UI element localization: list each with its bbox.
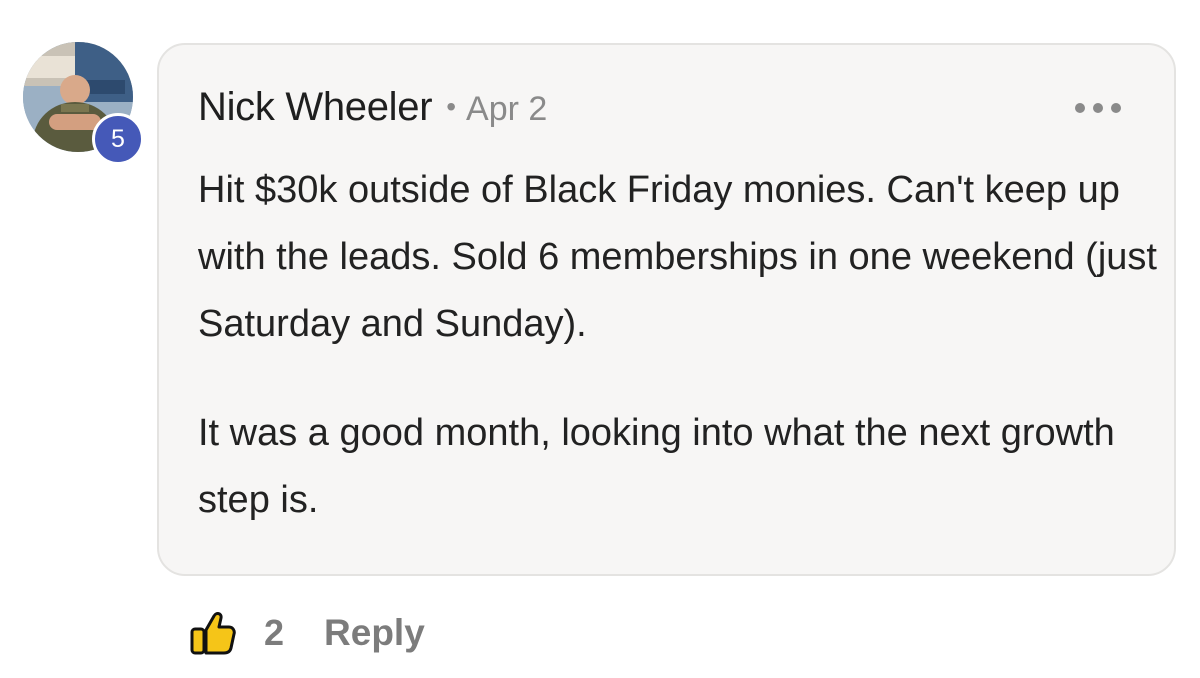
level-badge: 5 [92,113,144,165]
like-button[interactable] [188,608,238,658]
more-options-button[interactable] [1075,97,1121,119]
reply-button[interactable]: Reply [324,612,425,654]
more-horizontal-icon [1075,103,1085,113]
like-count: 2 [264,612,285,653]
author-name[interactable]: Nick Wheeler [198,85,433,130]
comment-paragraph: Hit $30k outside of Black Friday monies.… [198,169,1157,345]
comment: 5 Nick Wheeler • Apr 2 Hit $30k outside … [0,0,1200,678]
meta-separator: • [446,91,457,122]
more-horizontal-icon-dot [1111,103,1121,113]
comment-bubble: Nick Wheeler • Apr 2 Hit $30k outside of… [157,43,1176,576]
comment-date[interactable]: Apr 2 [466,90,547,129]
comment-header: Nick Wheeler • Apr 2 [198,85,547,130]
comment-body: Hit $30k outside of Black Friday monies.… [198,157,1158,534]
comment-actions: 2 Reply [188,608,425,658]
thumbs-up-icon [190,612,236,655]
comment-paragraph: It was a good month, looking into what t… [198,412,1115,521]
more-horizontal-icon-dot [1093,103,1103,113]
